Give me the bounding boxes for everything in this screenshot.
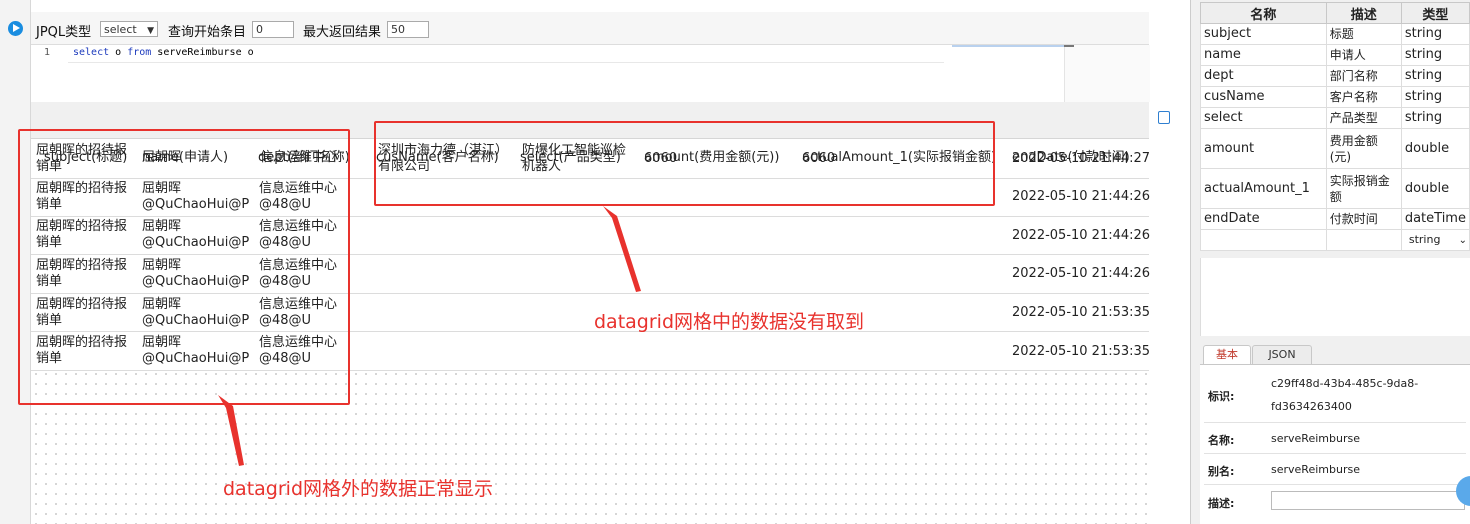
annotation-arrows	[218, 206, 641, 466]
annotation-text-inside: datagrid网格中的数据没有取到	[594, 311, 865, 333]
arrow-inside	[603, 206, 641, 292]
arrow-outside	[218, 395, 244, 466]
annotation-text-outside: datagrid网格外的数据正常显示	[223, 478, 494, 500]
